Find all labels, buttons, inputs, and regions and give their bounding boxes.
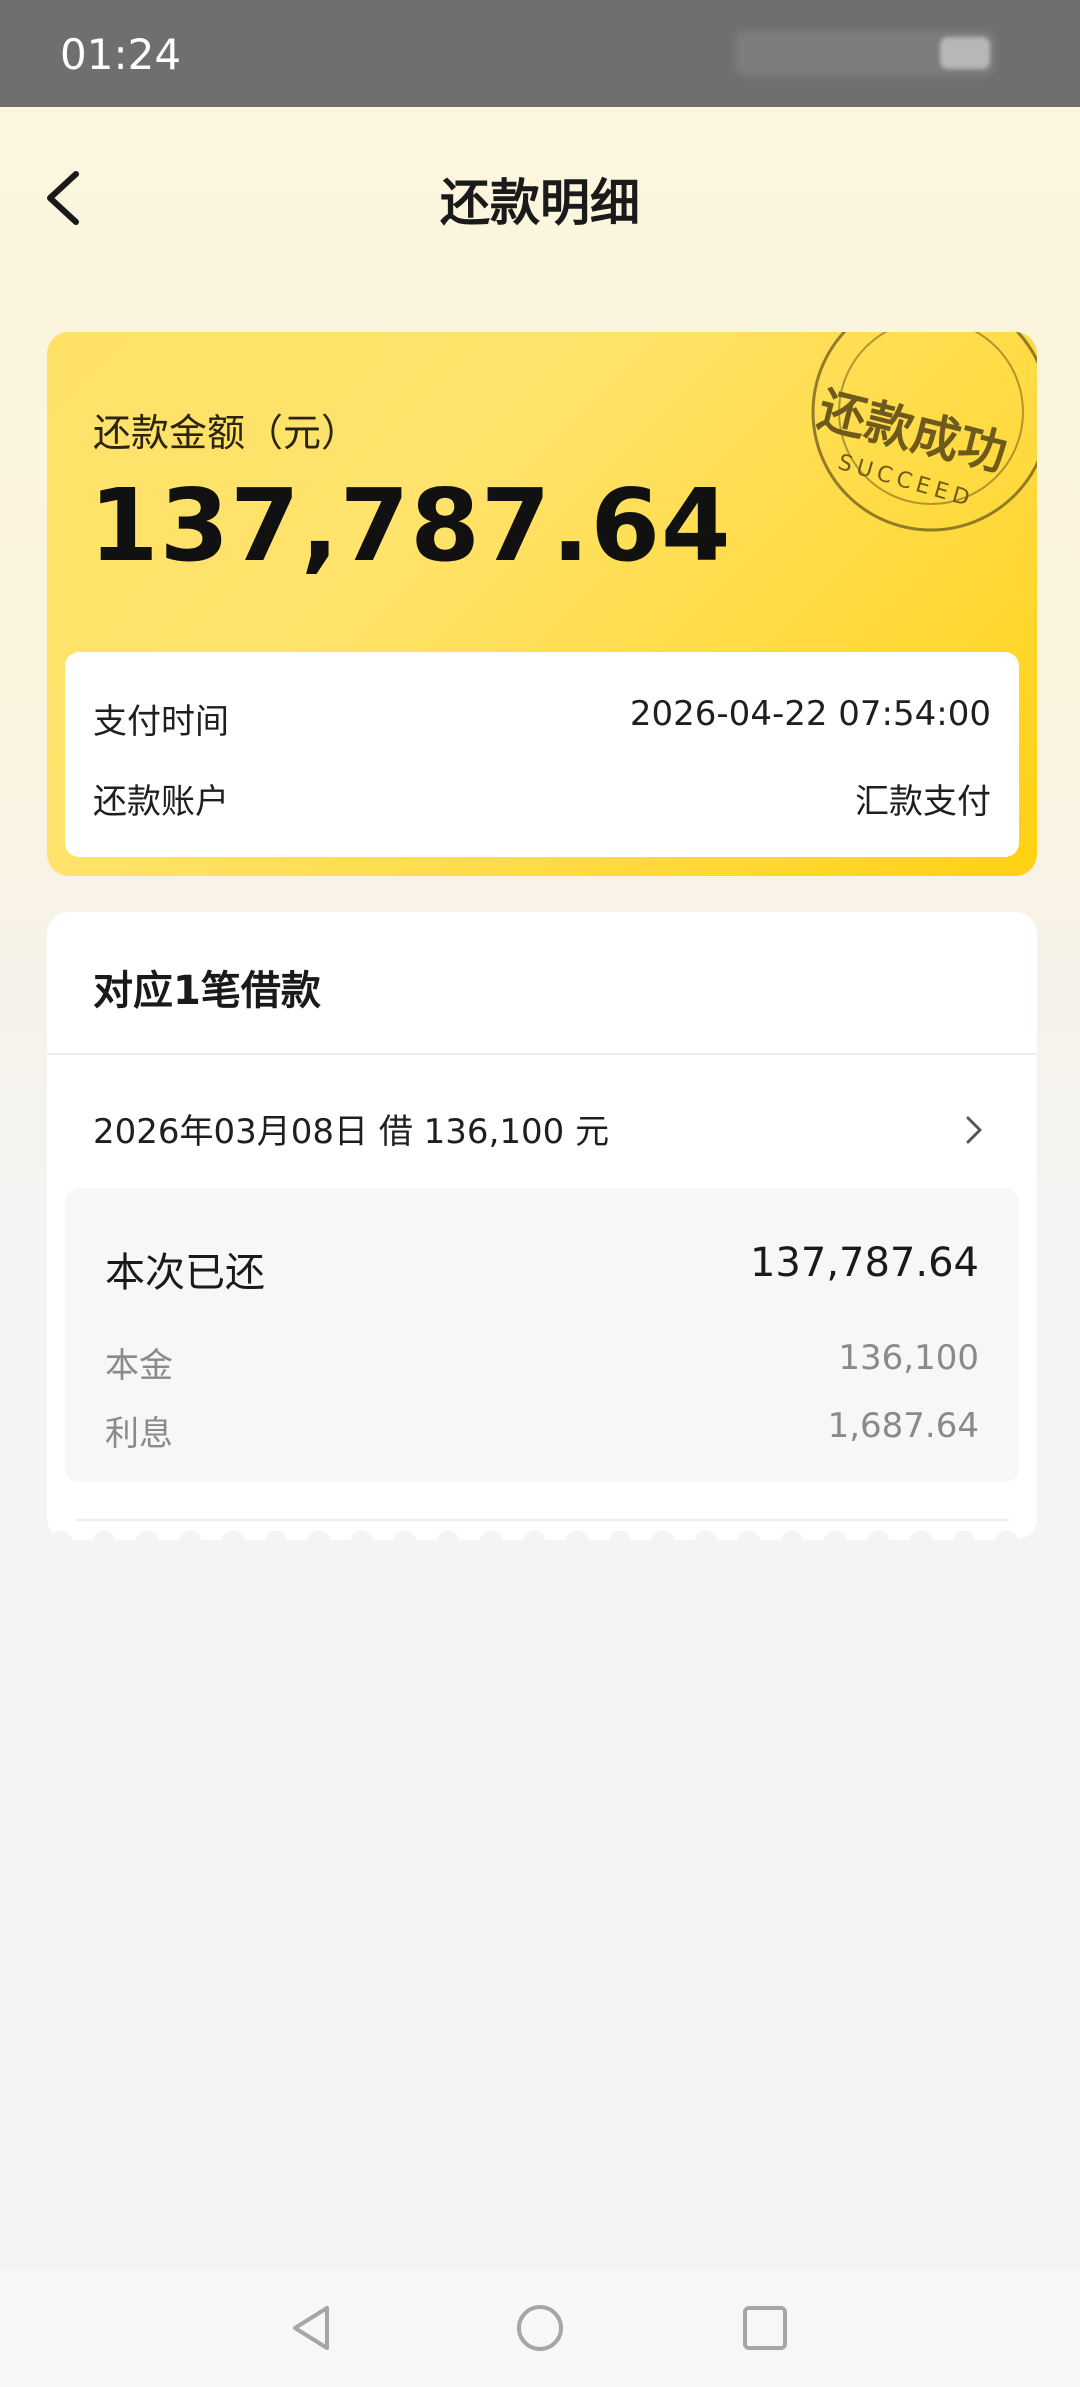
repaid-this-time-value: 137,787.64 — [749, 1240, 979, 1286]
recents-square-icon[interactable] — [735, 2298, 795, 2358]
repaid-this-time-label: 本次已还 — [105, 1250, 265, 1296]
home-circle-icon[interactable] — [510, 2298, 570, 2358]
principal-value: 136,100 — [838, 1338, 979, 1378]
system-navigation-bar — [0, 2270, 1080, 2387]
repayment-summary-card: 还款金额（元） 137,787.64 还款成功 SUCCEED 支付时间 202… — [47, 332, 1037, 876]
payment-time-value: 2026-04-22 07:54:00 — [629, 694, 991, 734]
interest-value: 1,687.64 — [827, 1406, 979, 1446]
payment-time-label: 支付时间 — [93, 702, 229, 742]
loan-section-title: 对应1笔借款 — [93, 968, 321, 1014]
loan-item-text: 2026年03月08日 借 136,100 元 — [93, 1112, 610, 1152]
page-title: 还款明细 — [440, 174, 640, 232]
repayment-account-value: 汇款支付 — [855, 782, 991, 822]
back-triangle-icon[interactable] — [283, 2298, 343, 2358]
chevron-right-icon — [966, 1116, 982, 1144]
loan-list-card: 对应1笔借款 2026年03月08日 借 136,100 元 本次已还 137,… — [47, 912, 1037, 1540]
amount-value: 137,787.64 — [89, 467, 732, 584]
repayment-account-row: 还款账户 汇款支付 — [93, 774, 991, 824]
repayment-account-label: 还款账户 — [93, 782, 229, 822]
battery-icon — [940, 37, 990, 69]
loan-item[interactable]: 2026年03月08日 借 136,100 元 — [47, 1054, 1037, 1200]
receipt-zigzag-edge — [47, 1520, 1037, 1542]
status-bar: 01:24 — [0, 0, 1080, 107]
payment-time-row: 支付时间 2026-04-22 07:54:00 — [93, 694, 991, 744]
interest-label: 利息 — [105, 1414, 173, 1454]
payment-info-box: 支付时间 2026-04-22 07:54:00 还款账户 汇款支付 — [65, 652, 1019, 857]
repayment-detail-box: 本次已还 137,787.64 本金 136,100 利息 1,687.64 — [65, 1188, 1019, 1482]
status-time: 01:24 — [60, 30, 182, 79]
amount-label: 还款金额（元） — [93, 411, 360, 455]
principal-label: 本金 — [105, 1346, 173, 1386]
